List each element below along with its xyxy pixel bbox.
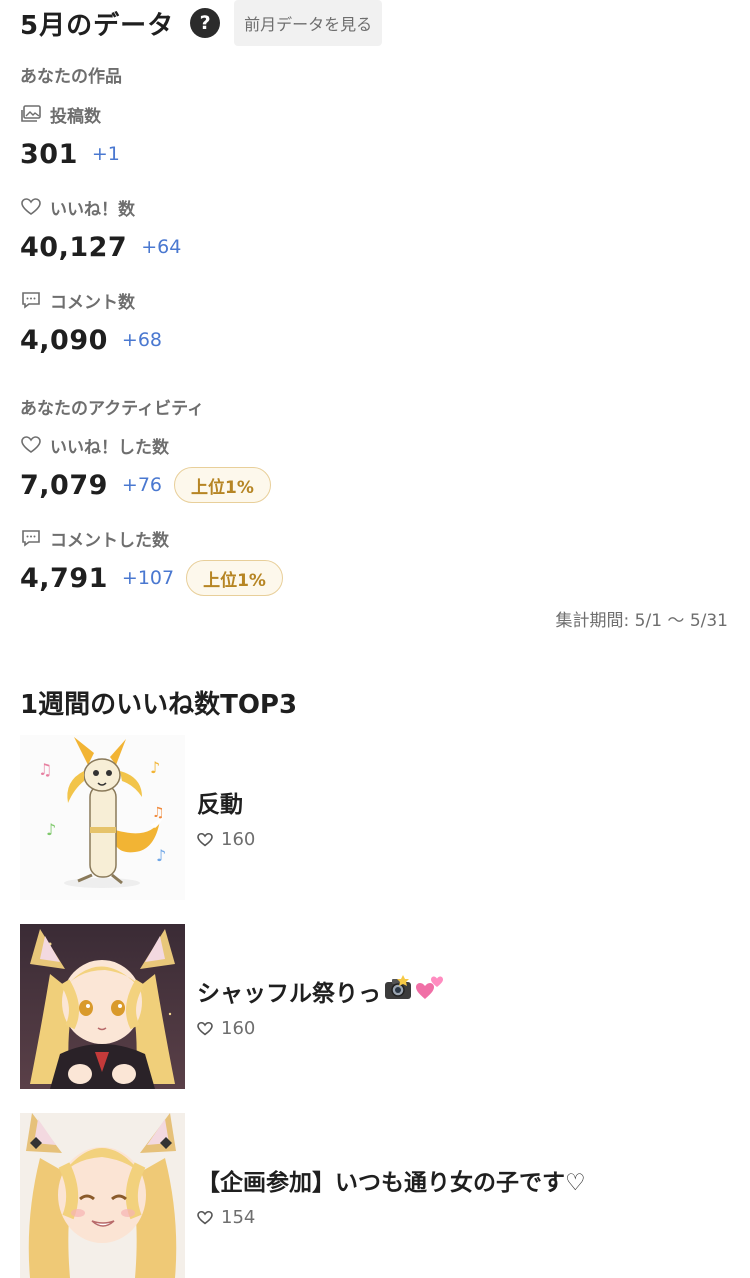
like-count: 160 [221,829,256,850]
work-title[interactable]: シャッフル祭りっ [197,974,381,1008]
posts-metric-label: 投稿数 [50,106,101,127]
comment-icon [20,289,42,311]
comments-metric: コメント数 4,090 +68 [20,288,162,358]
likes-metric: いいね！数 40,127 +64 [20,195,181,265]
likes-delta: +64 [141,236,182,258]
heart-icon [20,196,42,218]
commented-delta: +107 [121,567,175,589]
like-count: 160 [221,1018,256,1039]
heart-icon [20,434,42,456]
previous-month-button[interactable]: 前月データを見る [234,0,383,46]
comments-value: 4,090 [20,324,108,356]
svg-text:♪: ♪ [150,758,160,777]
comments-delta: +68 [121,329,163,351]
liked-rank-badge: 上位1% [174,467,271,503]
top3-title: 1週間のいいね数TOP3 [20,690,298,720]
two-hearts-icon [415,975,445,1007]
work-title[interactable]: 【企画参加】いつも通り女の子です♡ [197,1163,586,1197]
comments-metric-label: コメント数 [50,292,135,313]
svg-text:♫: ♫ [152,805,165,821]
your-activity-section-label: あなたのアクティビティ [20,399,205,419]
work-title[interactable]: 反動 [197,785,255,819]
top-work-item[interactable]: 【企画参加】いつも通り女の子です♡ 154 [20,1113,730,1278]
page-title: 5月のデータ [20,10,175,41]
page-header: 5月のデータ ? 前月データを見る [20,0,383,46]
liked-metric: いいね！した数 7,079 +76 上位1% [20,433,271,503]
heart-icon [197,1021,213,1035]
posts-delta: +1 [91,143,120,165]
heart-icon [197,832,213,846]
posts-value: 301 [20,138,78,170]
commented-metric: コメントした数 4,791 +107 上位1% [20,526,283,596]
liked-value: 7,079 [20,469,108,501]
image-stack-icon [20,103,42,125]
likes-metric-label: いいね！数 [50,199,135,220]
svg-text:♪: ♪ [46,820,56,839]
commented-rank-badge: 上位1% [186,560,283,596]
commented-metric-label: コメントした数 [50,530,169,551]
commented-value: 4,791 [20,562,108,594]
top-work-item[interactable]: ♫ ♪ ♪ ♪ ♫ 反動 160 [20,735,730,900]
cartoon-fox-thumbnail[interactable]: ♫ ♪ ♪ ♪ ♫ [20,735,185,900]
comment-icon [20,527,42,549]
top-work-item[interactable]: シャッフル祭りっ 160 [20,924,730,1089]
svg-text:♪: ♪ [156,846,166,865]
svg-text:♫: ♫ [38,760,52,779]
help-icon[interactable]: ? [190,8,221,38]
like-count: 154 [221,1207,256,1228]
liked-metric-label: いいね！した数 [50,437,169,458]
heart-icon [197,1210,213,1224]
your-works-section-label: あなたの作品 [20,67,122,87]
camera-flash-icon [383,975,413,1007]
fox-girl-smile-thumbnail[interactable] [20,1113,185,1278]
posts-metric: 投稿数 301 +1 [20,102,120,172]
fox-girl-thumbnail[interactable] [20,924,185,1089]
aggregation-period: 集計期間: 5/1 〜 5/31 [555,611,728,631]
liked-delta: +76 [121,474,163,496]
likes-value: 40,127 [20,231,128,263]
